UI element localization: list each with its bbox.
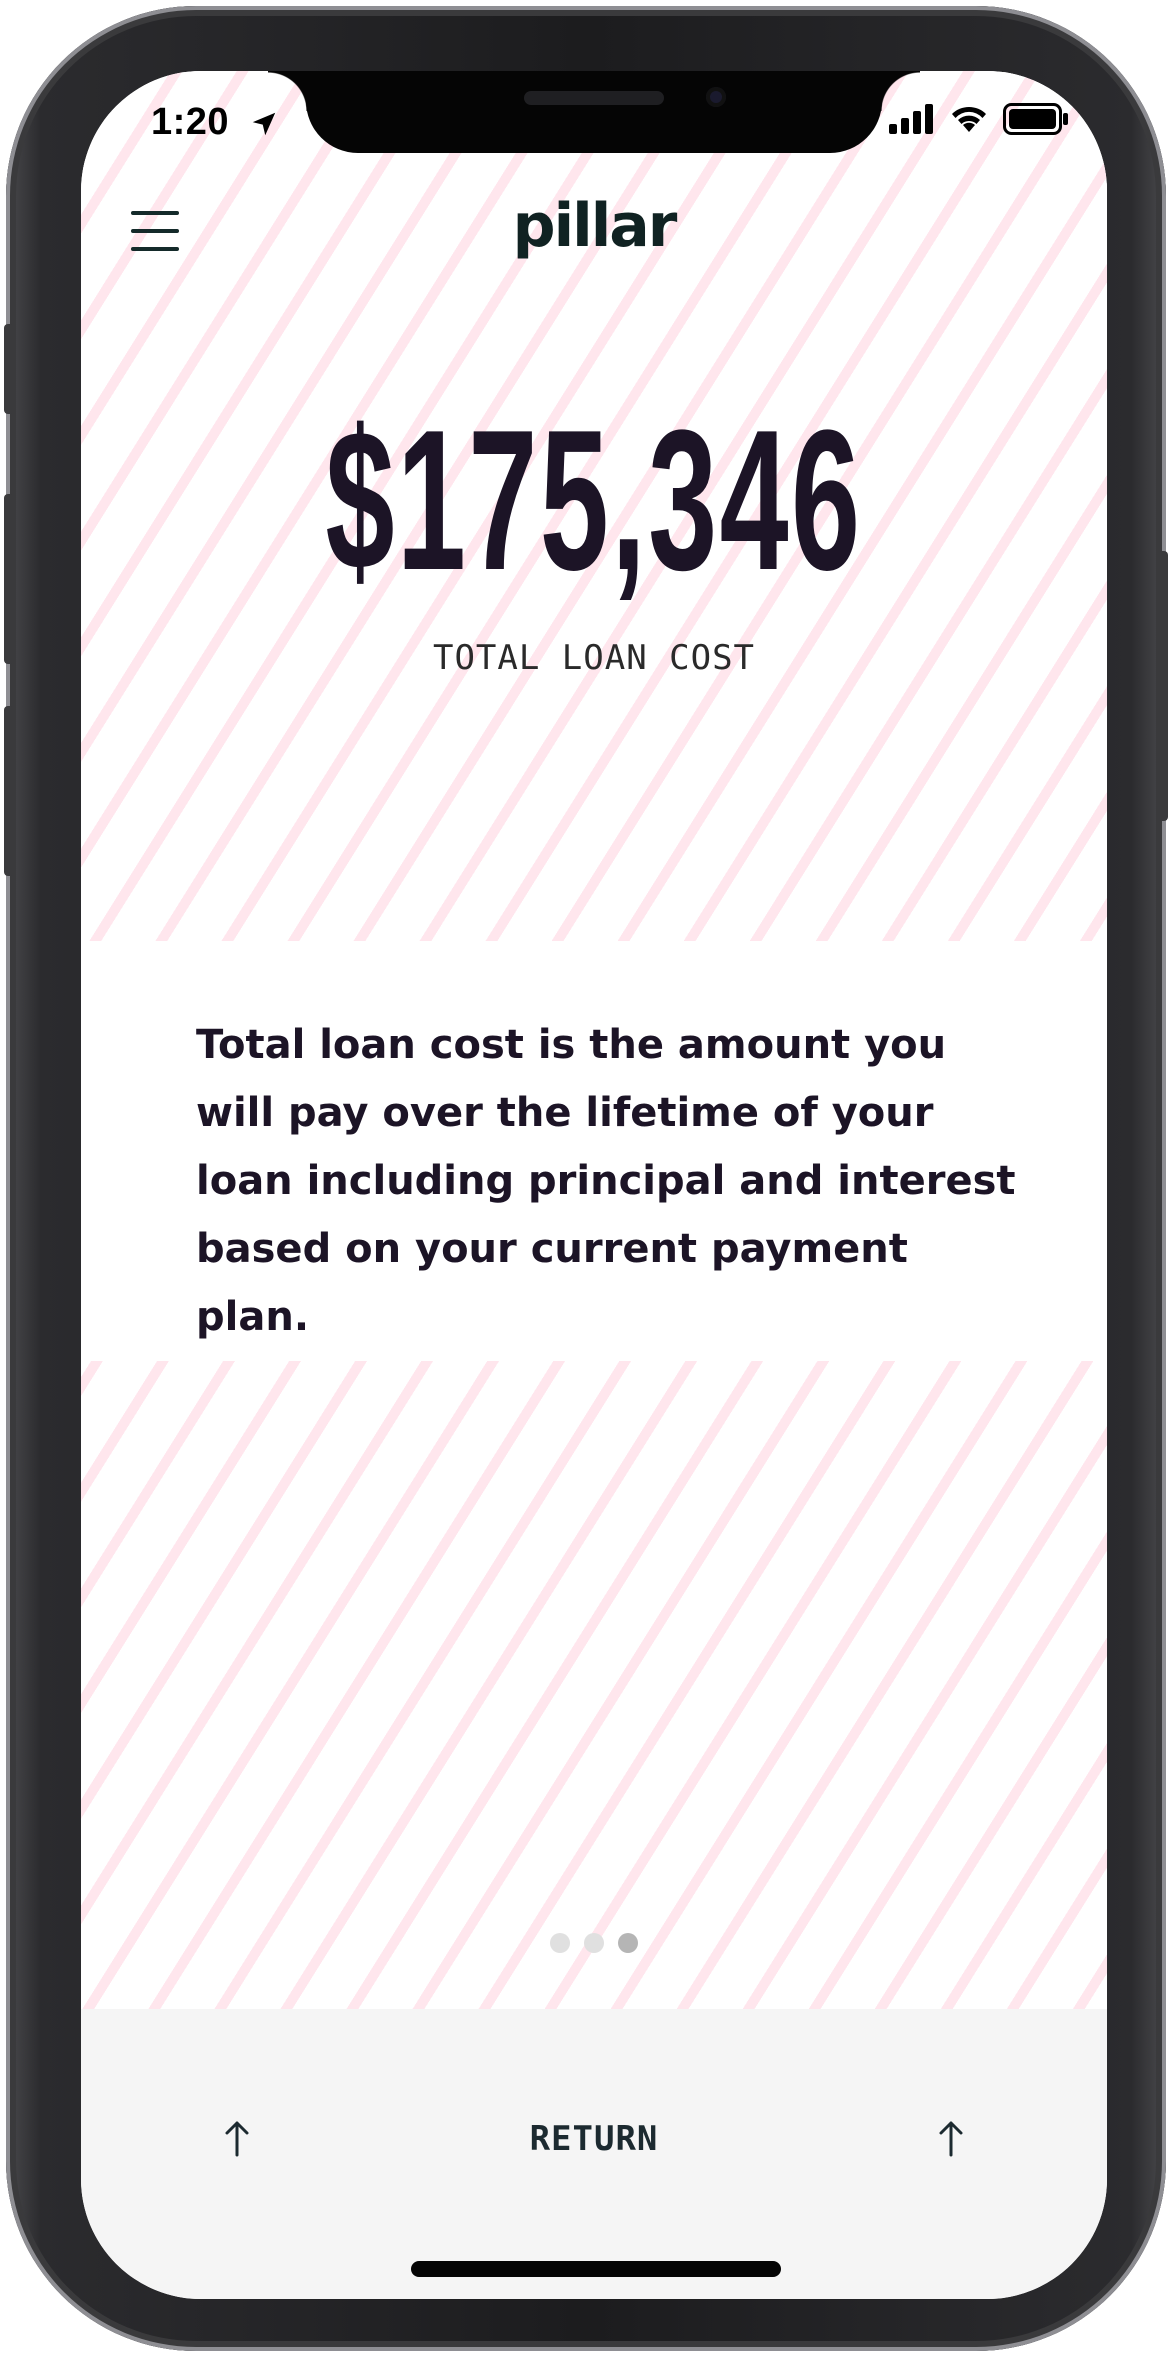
bottom-bar: RETURN — [81, 2009, 1107, 2299]
phone-frame: 1:20 pillar $175,346 TOTAL LOAN COST Tot… — [4, 6, 1168, 2351]
speaker-grille — [524, 91, 664, 105]
cellular-signal-icon — [889, 104, 935, 139]
volume-up-button — [4, 494, 14, 664]
home-indicator[interactable] — [411, 2261, 781, 2277]
front-camera — [706, 87, 726, 107]
app-header: pillar — [81, 171, 1107, 291]
battery-icon — [1003, 103, 1069, 140]
app-logo: pillar — [512, 191, 678, 261]
power-button — [1158, 551, 1168, 821]
total-loan-cost-description: Total loan cost is the amount you will p… — [196, 1022, 1016, 1340]
page-dot[interactable] — [584, 1933, 604, 1953]
page-dot[interactable] — [550, 1933, 570, 1953]
volume-down-button — [4, 706, 14, 876]
page-dot-active[interactable] — [618, 1933, 638, 1953]
up-arrow-icon[interactable] — [921, 2109, 981, 2169]
total-loan-cost-amount: $175,346 — [325, 389, 863, 612]
location-arrow-icon — [249, 109, 279, 144]
status-icons — [889, 103, 1069, 140]
wifi-icon — [949, 104, 989, 139]
page-indicator — [81, 1933, 1107, 1953]
notch — [268, 71, 920, 153]
silent-switch — [4, 324, 14, 414]
status-time: 1:20 — [151, 101, 230, 143]
screen: 1:20 pillar $175,346 TOTAL LOAN COST Tot… — [81, 71, 1107, 2299]
total-loan-cost-label: TOTAL LOAN COST — [432, 638, 756, 678]
